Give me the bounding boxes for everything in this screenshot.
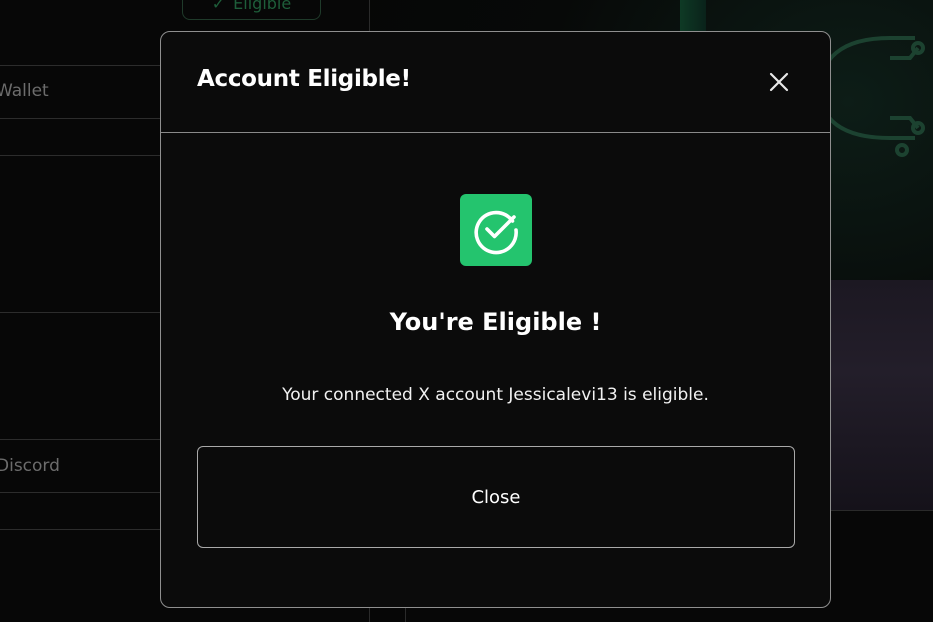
discord-row-label: Discord xyxy=(0,456,60,476)
modal-title: Account Eligible! xyxy=(197,66,411,92)
close-button[interactable]: Close xyxy=(197,446,795,548)
eligibility-message: Your connected X account Jessicalevi13 i… xyxy=(282,385,709,405)
close-button-label: Close xyxy=(471,486,521,508)
check-circle-icon xyxy=(460,194,532,266)
check-icon: ✓ xyxy=(211,0,226,13)
modal-header: Account Eligible! xyxy=(161,32,830,133)
eligible-status-pill: ✓ Eligible xyxy=(182,0,321,20)
close-icon[interactable] xyxy=(767,70,791,94)
eligibility-modal: Account Eligible! You're Eligible ! Your… xyxy=(160,31,831,608)
eligible-headline: You're Eligible ! xyxy=(389,308,602,336)
eligible-pill-label: Eligible xyxy=(233,0,292,13)
wallet-row-label: Wallet xyxy=(0,81,49,101)
